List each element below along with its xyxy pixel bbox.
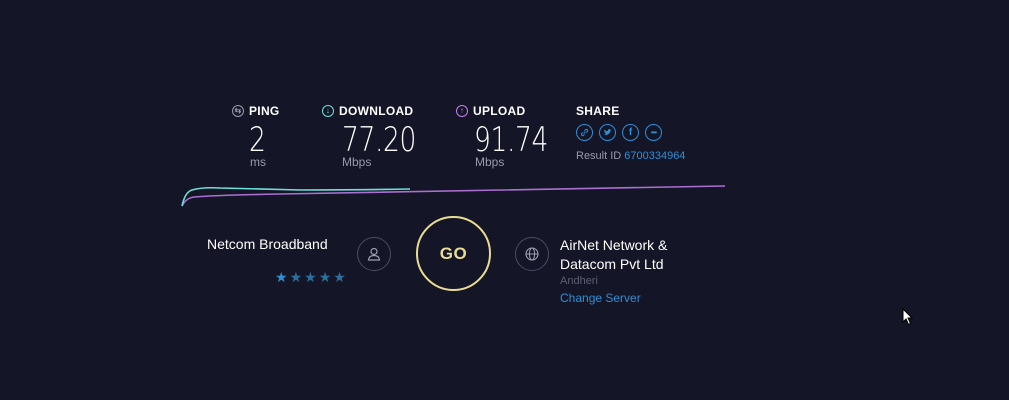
server-location: Andheri	[560, 275, 598, 287]
facebook-icon[interactable]: f	[622, 124, 639, 141]
server-name: AirNet Network & Datacom Pvt Ltd	[560, 236, 667, 274]
ping-header: ⇆ PING	[232, 104, 280, 118]
ping-value: 2	[249, 120, 266, 160]
link-icon[interactable]	[576, 124, 593, 141]
user-button[interactable]	[357, 237, 391, 271]
globe-icon	[525, 247, 539, 261]
share-title: SHARE	[576, 104, 620, 118]
download-result: ↓ DOWNLOAD 77.20 Mbps	[322, 104, 416, 169]
star-icon[interactable]: ★	[319, 270, 332, 284]
server-name-line1: AirNet Network &	[560, 237, 668, 253]
ping-label: PING	[249, 104, 280, 118]
result-id-label: Result ID	[576, 150, 622, 162]
download-value: 77.20	[342, 120, 416, 160]
star-icon[interactable]: ★	[333, 270, 346, 284]
result-id-link[interactable]: 6700334964	[624, 150, 685, 162]
change-server-link[interactable]: Change Server	[560, 291, 641, 305]
go-label: GO	[439, 243, 468, 263]
more-icon[interactable]: •••	[645, 124, 662, 141]
ping-icon: ⇆	[232, 105, 244, 117]
server-button[interactable]	[515, 237, 549, 271]
isp-rating[interactable]: ★ ★ ★ ★ ★	[275, 270, 346, 284]
download-label: DOWNLOAD	[339, 104, 414, 118]
go-button[interactable]: GO	[416, 216, 491, 291]
upload-header: ↑ UPLOAD	[456, 104, 525, 118]
share-icons: f •••	[576, 124, 685, 141]
upload-value: 91.74	[474, 120, 548, 160]
star-icon[interactable]: ★	[290, 270, 303, 284]
upload-unit: Mbps	[475, 155, 505, 169]
server-name-line2: Datacom Pvt Ltd	[560, 256, 664, 272]
result-row: Result ID 6700334964	[576, 150, 685, 162]
star-icon[interactable]: ★	[304, 270, 317, 284]
isp-name: Netcom Broadband	[207, 236, 328, 252]
upload-arrow-icon: ↑	[456, 105, 468, 117]
upload-label: UPLOAD	[473, 104, 526, 118]
download-unit: Mbps	[342, 155, 372, 169]
upload-result: ↑ UPLOAD 91.74 Mbps	[456, 104, 548, 169]
star-icon[interactable]: ★	[275, 270, 288, 284]
download-graph-line	[181, 186, 411, 207]
ping-result: ⇆ PING 2 ms	[232, 104, 280, 169]
share-panel: SHARE f ••• Result ID 6700334964	[576, 104, 685, 162]
mouse-cursor-icon	[902, 308, 914, 326]
ping-unit: ms	[250, 155, 266, 169]
speed-graph	[181, 185, 726, 207]
download-header: ↓ DOWNLOAD	[322, 104, 413, 118]
twitter-icon[interactable]	[599, 124, 616, 141]
download-arrow-icon: ↓	[322, 105, 334, 117]
user-icon	[367, 247, 381, 261]
